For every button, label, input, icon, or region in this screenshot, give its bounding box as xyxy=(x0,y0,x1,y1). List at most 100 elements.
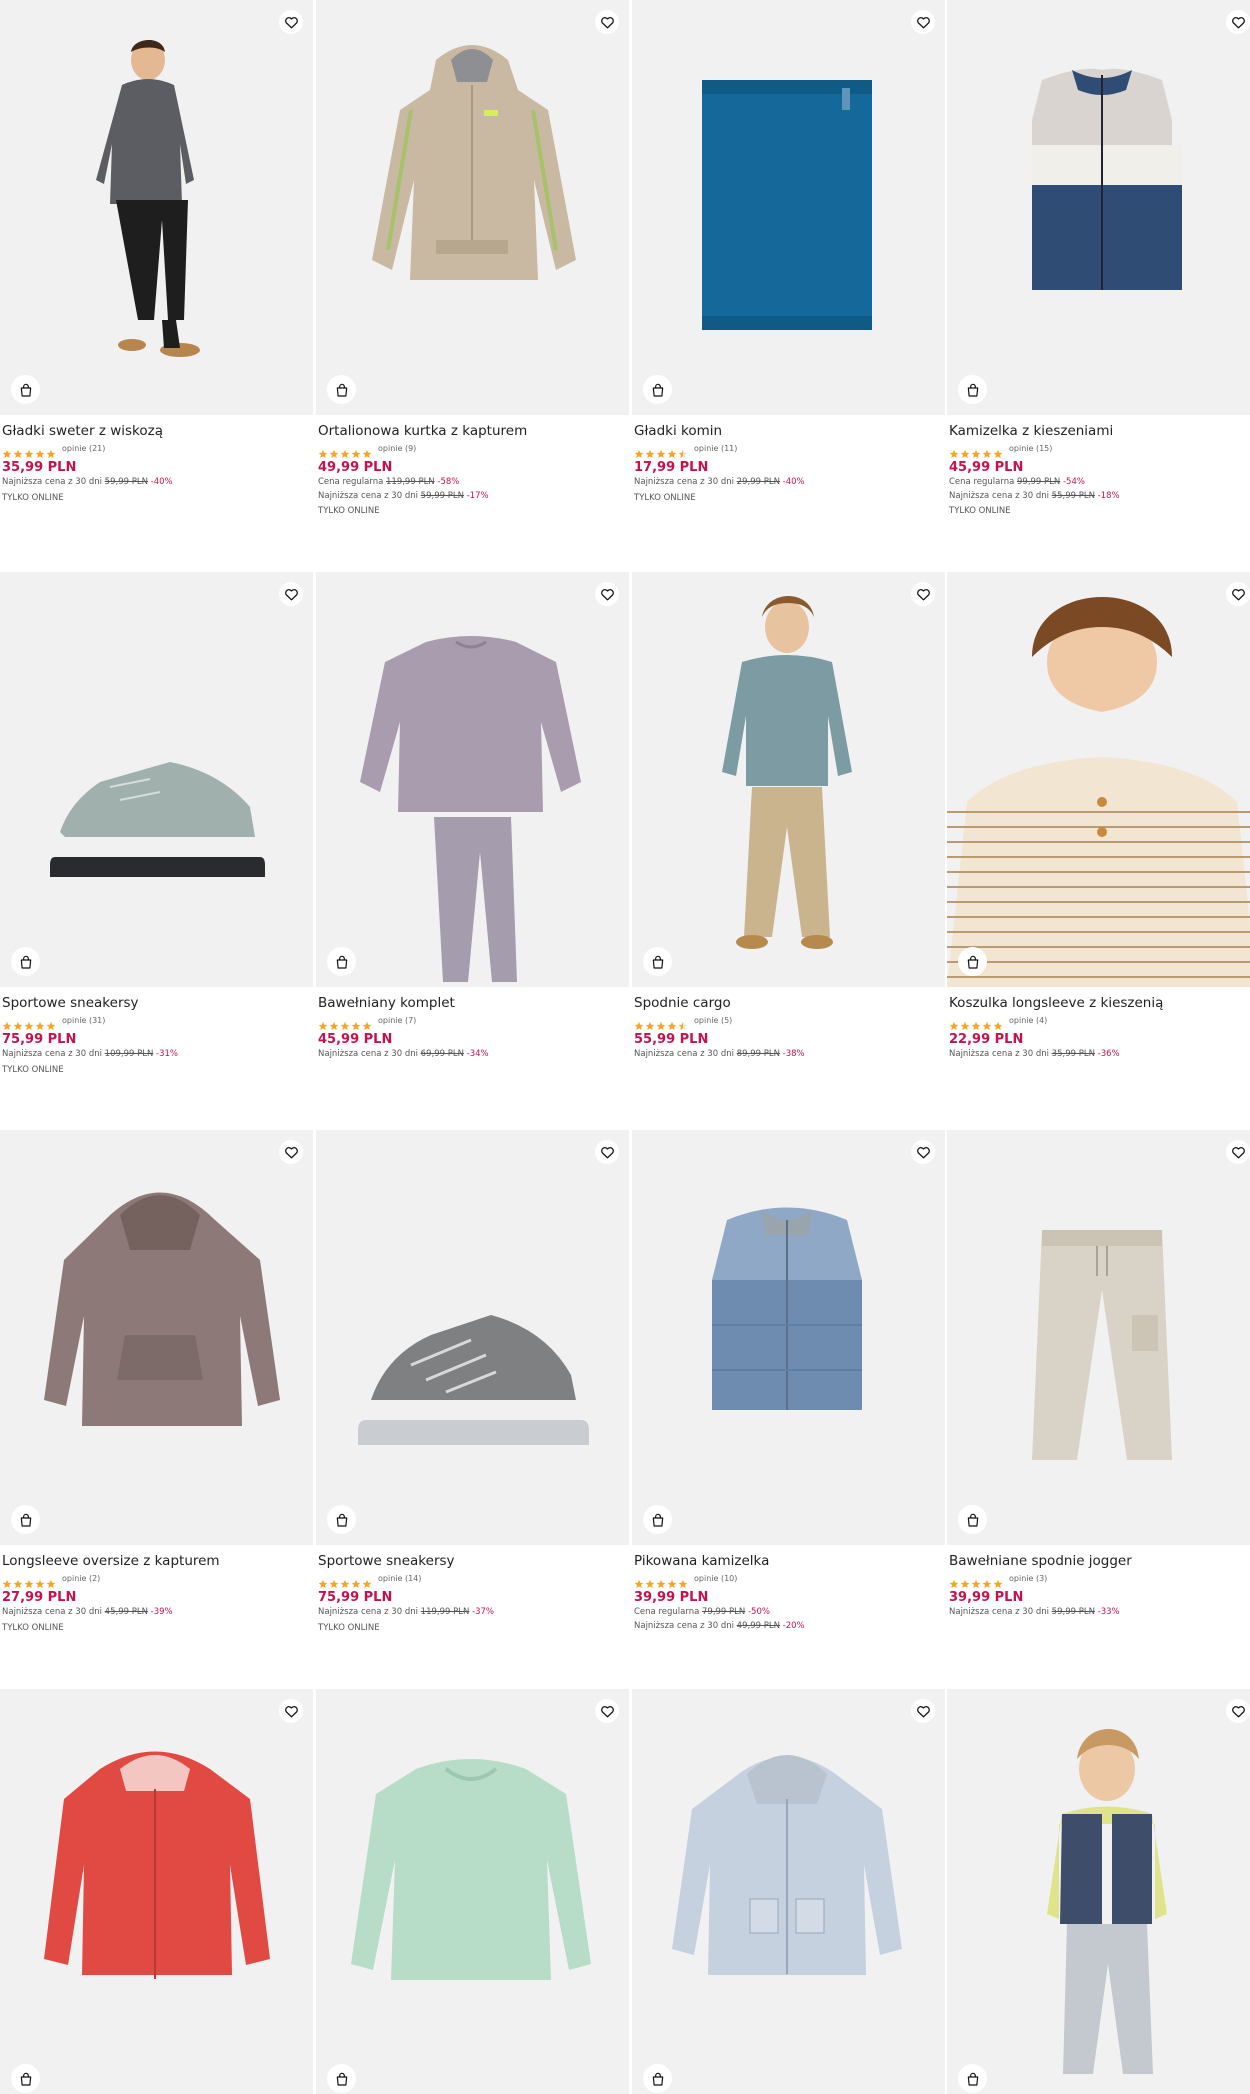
add-to-bag-button[interactable] xyxy=(643,375,672,404)
product-image[interactable] xyxy=(947,0,1250,415)
add-to-favorites-button[interactable] xyxy=(279,582,303,606)
add-to-bag-button[interactable] xyxy=(327,1505,356,1534)
old-price: 59,99 PLN xyxy=(104,477,148,487)
review-count[interactable]: opinie (15) xyxy=(1009,444,1052,453)
heart-outline-icon xyxy=(1231,588,1245,600)
add-to-bag-button[interactable] xyxy=(643,947,672,976)
add-to-bag-button[interactable] xyxy=(958,375,987,404)
heart-outline-icon xyxy=(916,16,930,28)
add-to-favorites-button[interactable] xyxy=(1226,582,1250,606)
product-image[interactable] xyxy=(632,1689,945,2094)
star-icon xyxy=(949,1016,959,1030)
star-icon xyxy=(351,444,361,458)
product-name[interactable]: Sportowe sneakersy xyxy=(2,994,308,1012)
heart-outline-icon xyxy=(1231,1705,1245,1717)
shopping-bag-icon xyxy=(336,955,347,969)
add-to-favorites-button[interactable] xyxy=(1226,1699,1250,1723)
add-to-favorites-button[interactable] xyxy=(911,1140,935,1164)
star-icon xyxy=(971,1016,981,1030)
product-name[interactable]: Gładki komin xyxy=(634,422,940,440)
add-to-favorites-button[interactable] xyxy=(595,10,619,34)
old-price: 59,99 PLN xyxy=(420,490,464,501)
product-image[interactable] xyxy=(316,1689,629,2094)
product-image[interactable] xyxy=(947,572,1250,987)
product-name[interactable]: Bawełniany komplet xyxy=(318,994,624,1012)
review-count[interactable]: opinie (5) xyxy=(694,1016,732,1025)
add-to-favorites-button[interactable] xyxy=(595,1140,619,1164)
product-image[interactable] xyxy=(947,1689,1250,2094)
price-history-line: Najniższa cena z 30 dni 109,99 PLN -31% xyxy=(2,1048,308,1062)
product-info: Longsleeve oversize z kapturem opinie (2)… xyxy=(2,1552,308,1635)
product-image[interactable] xyxy=(632,0,945,415)
review-count[interactable]: opinie (11) xyxy=(694,444,737,453)
price-history-line: Najniższa cena z 30 dni 119,99 PLN -37% xyxy=(318,1606,624,1620)
review-count[interactable]: opinie (31) xyxy=(62,1016,105,1025)
discount-percent: -34% xyxy=(463,1049,489,1059)
add-to-bag-button[interactable] xyxy=(327,375,356,404)
product-image[interactable] xyxy=(947,1130,1250,1545)
product-name[interactable]: Sportowe sneakersy xyxy=(318,1552,624,1570)
star-icon xyxy=(318,1016,328,1030)
review-count[interactable]: opinie (21) xyxy=(62,444,105,453)
product-name[interactable]: Koszulka longsleeve z kieszenią xyxy=(949,994,1250,1012)
discount-percent: -33% xyxy=(1094,1607,1120,1617)
product-price: 45,99 PLN xyxy=(949,460,1024,475)
product-name[interactable]: Pikowana kamizelka xyxy=(634,1552,940,1570)
product-photo xyxy=(358,1315,589,1445)
add-to-favorites-button[interactable] xyxy=(911,582,935,606)
add-to-favorites-button[interactable] xyxy=(279,10,303,34)
review-count[interactable]: opinie (2) xyxy=(62,1574,100,1583)
product-image[interactable] xyxy=(0,0,313,415)
product-image[interactable] xyxy=(316,1130,629,1545)
add-to-bag-button[interactable] xyxy=(327,947,356,976)
add-to-bag-button[interactable] xyxy=(958,947,987,976)
star-icon xyxy=(678,444,688,458)
review-count[interactable]: opinie (7) xyxy=(378,1016,416,1025)
product-photo xyxy=(947,597,1250,987)
discount-percent: -40% xyxy=(779,477,805,487)
add-to-favorites-button[interactable] xyxy=(911,10,935,34)
add-to-bag-button[interactable] xyxy=(643,2064,672,2093)
add-to-bag-button[interactable] xyxy=(11,1505,40,1534)
product-info: Spodnie cargo opinie (5) 55,99 PLN Najniższ… xyxy=(634,994,940,1062)
add-to-bag-button[interactable] xyxy=(958,1505,987,1534)
add-to-bag-button[interactable] xyxy=(11,947,40,976)
review-count[interactable]: opinie (3) xyxy=(1009,1574,1047,1583)
product-name[interactable]: Gładki sweter z wiskozą xyxy=(2,422,308,440)
price-history-line: Cena regularna 79,99 PLN -50% xyxy=(634,1606,940,1620)
product-name[interactable]: Longsleeve oversize z kapturem xyxy=(2,1552,308,1570)
add-to-bag-button[interactable] xyxy=(11,375,40,404)
product-image[interactable] xyxy=(632,1130,945,1545)
add-to-favorites-button[interactable] xyxy=(279,1699,303,1723)
add-to-favorites-button[interactable] xyxy=(279,1140,303,1164)
price-history-line: Najniższa cena z 30 dni 59,99 PLN -40% xyxy=(2,476,308,490)
product-image[interactable] xyxy=(316,0,629,415)
review-count[interactable]: opinie (4) xyxy=(1009,1016,1047,1025)
add-to-favorites-button[interactable] xyxy=(911,1699,935,1723)
star-icon xyxy=(982,1016,992,1030)
add-to-favorites-button[interactable] xyxy=(595,1699,619,1723)
product-image[interactable] xyxy=(0,1130,313,1545)
product-info: Koszulka longsleeve z kieszenią opinie (4… xyxy=(949,994,1250,1062)
add-to-favorites-button[interactable] xyxy=(1226,10,1250,34)
product-image[interactable] xyxy=(316,572,629,987)
add-to-bag-button[interactable] xyxy=(327,2064,356,2093)
add-to-bag-button[interactable] xyxy=(11,2064,40,2093)
product-image[interactable] xyxy=(0,1689,313,2094)
add-to-bag-button[interactable] xyxy=(643,1505,672,1534)
product-info: Pikowana kamizelka opinie (10) 39,99 PLN Ce… xyxy=(634,1552,940,1633)
star-icon xyxy=(13,1016,23,1030)
star-icon xyxy=(362,1016,372,1030)
product-name[interactable]: Kamizelka z kieszeniami xyxy=(949,422,1250,440)
product-name[interactable]: Bawełniane spodnie jogger xyxy=(949,1552,1250,1570)
product-image[interactable] xyxy=(632,572,945,987)
add-to-favorites-button[interactable] xyxy=(1226,1140,1250,1164)
product-name[interactable]: Ortalionowa kurtka z kapturem xyxy=(318,422,624,440)
add-to-favorites-button[interactable] xyxy=(595,582,619,606)
review-count[interactable]: opinie (14) xyxy=(378,1574,421,1583)
product-image[interactable] xyxy=(0,572,313,987)
review-count[interactable]: opinie (10) xyxy=(694,1574,737,1583)
add-to-bag-button[interactable] xyxy=(958,2064,987,2093)
product-name[interactable]: Spodnie cargo xyxy=(634,994,940,1012)
review-count[interactable]: opinie (9) xyxy=(378,444,416,453)
